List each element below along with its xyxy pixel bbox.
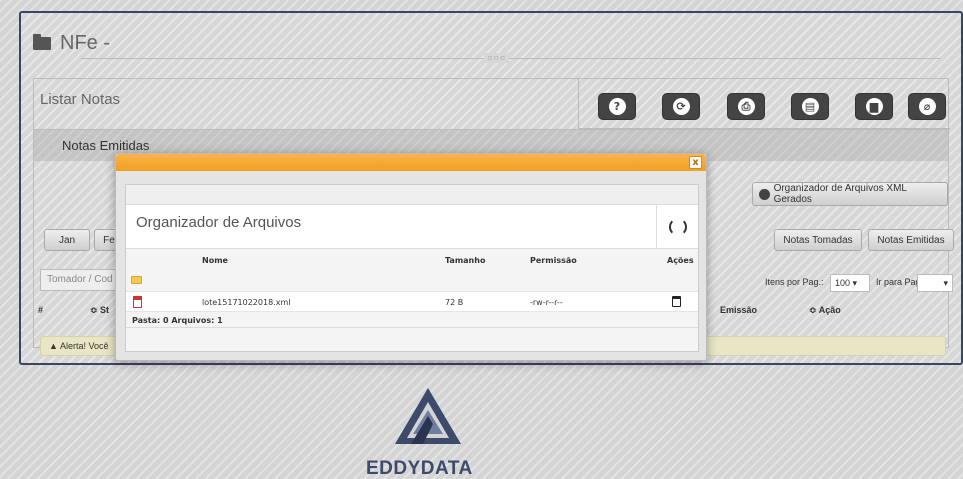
parent-folder-row[interactable] (126, 270, 698, 291)
warning-icon: ▲ (49, 341, 58, 351)
ir-para-pag-select[interactable]: ▾ (917, 274, 953, 292)
print-icon: ⎙ (737, 98, 755, 115)
brand-name: EDDYDATA (366, 458, 473, 479)
document-icon: ▤ (801, 98, 819, 115)
col-actions: Ações (667, 256, 694, 265)
col-status[interactable]: ≎ St (90, 305, 109, 316)
attach-icon: ⌀ (918, 98, 936, 115)
organizer-title: Organizador de Arquivos (136, 214, 302, 231)
panel-header: NFe - (33, 32, 110, 55)
col-acao[interactable]: ≎ Ação (809, 305, 841, 316)
file-button[interactable]: ▆ (855, 93, 893, 120)
col-hash: # (38, 305, 44, 315)
file-table-header: Nome Tamanho Permissão Ações (126, 249, 698, 270)
app-title: NFe - (60, 32, 110, 54)
collapse-divider (81, 58, 941, 59)
reload-button[interactable] (656, 205, 698, 249)
col-permission[interactable]: Permissão (530, 256, 577, 265)
file-icon: ▆ (865, 98, 883, 115)
document-icon (759, 188, 770, 200)
organizer-header: Organizador de Arquivos (126, 205, 698, 249)
file-permission: -rw-r--r-- (530, 298, 563, 307)
print-button[interactable]: ⎙ (727, 93, 765, 120)
organizer-xml-label: Organizador de Arquivos XML Gerados (773, 183, 907, 205)
attach-button[interactable]: ⌀ (908, 93, 946, 120)
file-size: 72 B (445, 298, 464, 307)
itens-por-pag-select[interactable]: 100 ▾ (830, 274, 870, 292)
toolbar: ? ⟳ ⎙ ▤ ▆ ⌀ (578, 79, 950, 129)
section-title: Notas Emitidas (62, 138, 150, 153)
close-icon[interactable]: x (689, 156, 702, 169)
alert-text: Alerta! Você (59, 341, 109, 351)
file-organizer-modal: x Organizador de Arquivos Nome Tamanho P… (115, 153, 707, 361)
itens-por-pag-label: Itens por Pag.: (765, 277, 824, 287)
col-emissao[interactable]: Emissão (720, 305, 757, 315)
folder-icon (131, 276, 142, 284)
help-icon: ? (608, 98, 626, 115)
file-name[interactable]: lote15171022018.xml (202, 298, 290, 307)
col-size[interactable]: Tamanho (445, 256, 485, 265)
collapse-handle[interactable]: ▫▫▫ (484, 53, 510, 63)
eddydata-logo (395, 388, 461, 444)
refresh-icon: ⟳ (672, 98, 690, 115)
notas-tomadas-button[interactable]: Notas Tomadas (774, 229, 862, 251)
organizer-xml-button[interactable]: Organizador de Arquivos XML Gerados (752, 182, 948, 206)
notas-emitidas-button[interactable]: Notas Emitidas (868, 229, 954, 251)
help-button[interactable]: ? (598, 93, 636, 120)
document-button[interactable]: ▤ (791, 93, 829, 120)
folder-summary: Pasta: 0 Arquivos: 1 (126, 312, 698, 328)
panel-title: Listar Notas (40, 91, 121, 108)
xml-file-icon (133, 296, 142, 308)
trash-icon[interactable] (672, 296, 681, 307)
modal-toolbar (126, 185, 698, 205)
refresh-button[interactable]: ⟳ (662, 93, 700, 120)
table-row[interactable]: lote15171022018.xml 72 B -rw-r--r-- (126, 291, 698, 312)
loading-spinner-icon (668, 218, 687, 236)
modal-body: Organizador de Arquivos Nome Tamanho Per… (125, 184, 699, 352)
folder-icon (33, 34, 51, 50)
month-jan-button[interactable]: Jan (44, 229, 90, 251)
col-name[interactable]: Nome (202, 256, 228, 265)
modal-header: x (116, 154, 706, 171)
